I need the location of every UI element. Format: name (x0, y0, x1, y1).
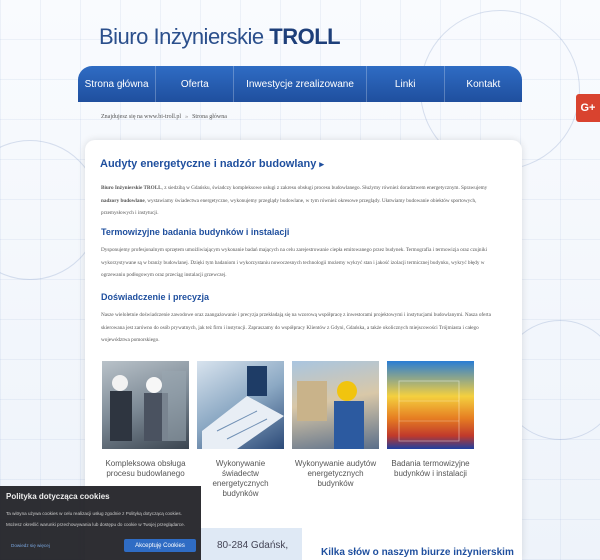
service-image-thermal (387, 361, 474, 449)
service-caption: Wykonywanie audytów energetycznych budyn… (294, 459, 377, 488)
blueprint-illustration (202, 366, 284, 449)
cookie-title: Polityka dotycząca cookies (6, 492, 110, 501)
engineers-illustration (110, 371, 186, 441)
footer-about-title: Kilka słów o naszym biurze inżynierskim (321, 547, 514, 558)
section-title-thermography: Termowizyjne badania budynków i instalac… (101, 227, 290, 237)
logo-text-regular: Biuro Inżynierskie (99, 24, 264, 49)
intro-paragraph: Biuro Inżynierskie TROLL, z siedzibą w G… (101, 185, 488, 216)
service-image-certificates (197, 361, 284, 449)
service-card[interactable]: Wykonywanie audytów energetycznych budyn… (292, 361, 379, 499)
google-plus-button[interactable]: G+ (576, 94, 600, 122)
logo-text-bold: TROLL (269, 24, 341, 49)
breadcrumb-location[interactable]: Znajdujesz się na www.bi-troll.pl (101, 114, 181, 120)
breadcrumb-separator: » (185, 114, 189, 120)
service-caption: Kompleksowa obsługa procesu budowlanego (105, 459, 186, 478)
cookie-more-link[interactable]: Dowiedz się więcej (11, 543, 50, 548)
section-title-experience: Doświadczenie i precyzja (101, 292, 210, 302)
worker-illustration (297, 381, 364, 449)
service-card[interactable]: Badania termowizyjne budynków i instalac… (387, 361, 474, 499)
cookie-text-line2: Możesz określić warunki przechowywania l… (6, 522, 185, 527)
site-logo[interactable]: Biuro Inżynierskie TROLL (99, 24, 341, 50)
section-text-experience: Nasze wieloletnie doświadczenie zawodowe… (101, 312, 491, 343)
cookie-text-line1: Ta witryna używa cookies w celu realizac… (6, 511, 182, 516)
service-image-construction (102, 361, 189, 449)
footer-address: 80-284 Gdańsk, (201, 528, 302, 560)
nav-item-links[interactable]: Linki (367, 66, 445, 102)
breadcrumb: Znajdujesz się na www.bi-troll.pl » Stro… (101, 114, 227, 120)
service-cards: Kompleksowa obsługa procesu budowlanego … (102, 361, 474, 499)
breadcrumb-current[interactable]: Strona główna (192, 114, 227, 120)
nav-item-offer[interactable]: Oferta (156, 66, 235, 102)
accept-cookies-button[interactable]: Akceptuję Cookies (124, 539, 196, 552)
service-card[interactable]: Wykonywanie świadectw energetycznych bud… (197, 361, 284, 499)
thermal-building-illustration (398, 380, 460, 442)
nav-item-contact[interactable]: Kontakt (445, 66, 522, 102)
service-card[interactable]: Kompleksowa obsługa procesu budowlanego (102, 361, 189, 499)
service-caption: Wykonywanie świadectw energetycznych bud… (212, 459, 269, 498)
service-image-audit (292, 361, 379, 449)
page-title: Audyty energetyczne i nadzór budowlany ▸ (100, 158, 324, 170)
title-arrow-icon: ▸ (319, 159, 324, 169)
intro-highlight: nadzory budowlane (101, 197, 145, 204)
main-navigation: Strona główna Oferta Inwestycje zrealizo… (78, 66, 522, 102)
section-text-thermography: Dysponujemy profesjonalnym sprzętem umoż… (101, 247, 488, 278)
intro-company-name: Biuro Inżynierskie TROLL (101, 185, 162, 191)
page-title-text: Audyty energetyczne i nadzór budowlany (100, 158, 317, 170)
google-plus-icon: G+ (580, 102, 596, 114)
service-caption: Badania termowizyjne budynków i instalac… (391, 459, 470, 478)
nav-item-home[interactable]: Strona główna (78, 66, 157, 102)
cookie-banner: Polityka dotycząca cookies Ta witryna uż… (0, 486, 201, 560)
nav-item-investments[interactable]: Inwestycje zrealizowane (234, 66, 367, 102)
